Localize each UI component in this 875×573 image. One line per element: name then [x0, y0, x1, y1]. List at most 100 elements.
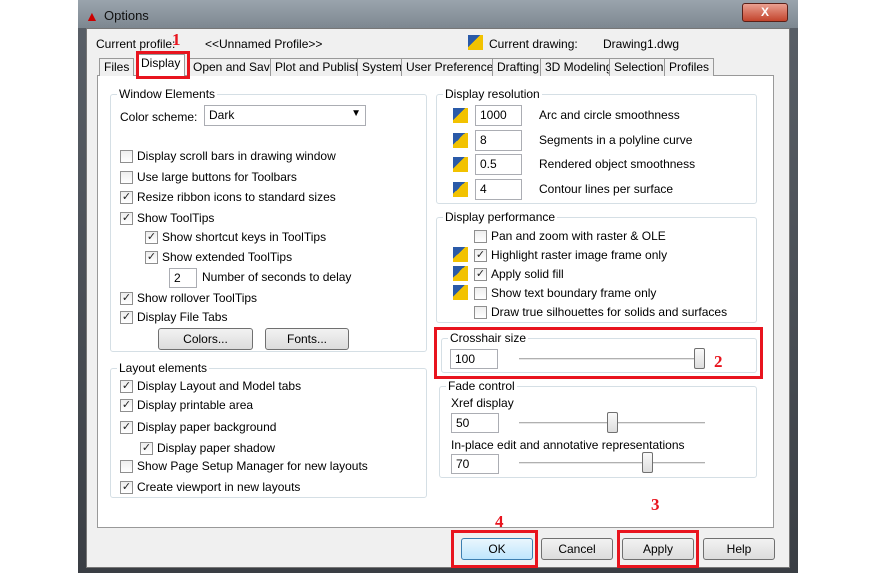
saved-in-drawing-icon — [453, 132, 468, 148]
resolution-label: Arc and circle smoothness — [539, 108, 680, 122]
checkbox[interactable]: ✓ — [474, 268, 487, 281]
checkbox[interactable] — [474, 287, 487, 300]
xref-display-input[interactable]: 50 — [451, 413, 499, 433]
close-button[interactable]: X — [742, 3, 788, 22]
annotation-2: 2 — [714, 352, 723, 371]
saved-in-drawing-icon — [453, 266, 468, 281]
inplace-edit-input[interactable]: 70 — [451, 454, 499, 474]
inplace-slider-track[interactable] — [519, 462, 705, 465]
group-title: Fade control — [446, 379, 517, 393]
colors-button[interactable]: Colors... — [158, 328, 253, 350]
current-drawing-label: Current drawing: — [489, 37, 578, 51]
current-profile-label: Current profile: — [96, 37, 176, 51]
resolution-input[interactable]: 4 — [475, 178, 522, 200]
checkbox-label: Apply solid fill — [491, 267, 564, 281]
window-title: Options — [104, 8, 149, 23]
highlight-ok — [451, 530, 538, 568]
title-bar — [78, 0, 798, 28]
tab-profiles[interactable]: Profiles — [664, 58, 715, 76]
group-title: Window Elements — [117, 87, 218, 101]
tab-3d-modeling[interactable]: 3D Modeling — [540, 58, 618, 76]
checkbox-label: Show ToolTips — [137, 211, 215, 225]
checkbox[interactable]: ✓ — [120, 421, 133, 434]
fonts-button[interactable]: Fonts... — [265, 328, 349, 350]
group-title: Display resolution — [443, 87, 542, 101]
checkbox[interactable] — [474, 230, 487, 243]
chevron-down-icon: ▼ — [351, 108, 361, 119]
highlight-apply — [617, 530, 699, 568]
resolution-label: Segments in a polyline curve — [539, 132, 693, 147]
tab-files[interactable]: Files — [99, 58, 135, 76]
current-drawing-value: Drawing1.dwg — [603, 37, 680, 51]
checkbox[interactable] — [120, 150, 133, 163]
checkbox[interactable]: ✓ — [120, 481, 133, 494]
resolution-label: Rendered object smoothness — [539, 157, 696, 171]
checkbox-label: Display scroll bars in drawing window — [137, 149, 336, 163]
saved-in-drawing-icon — [453, 157, 468, 172]
tooltip-delay-label: Number of seconds to delay — [202, 270, 352, 284]
group-title: Layout elements — [117, 361, 210, 375]
checkbox-label: Create viewport in new layouts — [137, 480, 301, 494]
help-button[interactable]: Help — [703, 538, 775, 560]
xref-display-label: Xref display — [451, 396, 514, 410]
tab-drafting[interactable]: Drafting — [492, 58, 545, 76]
checkbox[interactable]: ✓ — [120, 311, 133, 324]
saved-in-drawing-icon — [453, 181, 468, 197]
checkbox[interactable]: ✓ — [474, 249, 487, 262]
checkbox-label: Show extended ToolTips — [162, 250, 293, 264]
checkbox[interactable]: ✓ — [120, 191, 133, 204]
annotation-4: 4 — [495, 512, 504, 531]
checkbox-label: Display Layout and Model tabs — [137, 379, 302, 393]
tab-open-and-save[interactable]: Open and Save — [188, 58, 282, 76]
checkbox[interactable]: ✓ — [145, 231, 158, 244]
checkbox-label: Highlight raster image frame only — [491, 248, 668, 262]
checkbox[interactable]: ✓ — [145, 251, 158, 264]
color-scheme-value: Dark — [209, 108, 235, 122]
tab-plot-and-publish[interactable]: Plot and Publish — [270, 58, 367, 76]
checkbox-label: Pan and zoom with raster & OLE — [491, 229, 666, 243]
checkbox-label: Use large buttons for Toolbars — [137, 170, 297, 184]
checkbox[interactable] — [120, 460, 133, 473]
checkbox-label: Show shortcut keys in ToolTips — [162, 230, 327, 244]
checkbox-label: Display printable area — [137, 398, 254, 412]
tooltip-delay-input[interactable]: 2 — [169, 268, 197, 288]
saved-in-drawing-icon — [453, 108, 468, 123]
saved-in-drawing-icon — [453, 247, 468, 262]
resolution-input[interactable]: 0.5 — [475, 154, 522, 175]
checkbox[interactable]: ✓ — [120, 292, 133, 305]
xref-slider-thumb[interactable] — [606, 412, 618, 433]
highlight-display-tab — [136, 51, 190, 79]
checkbox-label: Display File Tabs — [137, 310, 228, 324]
cancel-button[interactable]: Cancel — [541, 538, 613, 560]
inplace-edit-label: In-place edit and annotative representat… — [451, 438, 685, 452]
tab-selection[interactable]: Selection — [609, 58, 669, 76]
tab-system[interactable]: System — [357, 58, 408, 76]
color-scheme-label: Color scheme: — [120, 110, 198, 124]
inplace-slider-thumb[interactable] — [641, 452, 653, 473]
checkbox-label: Resize ribbon icons to standard sizes — [137, 190, 336, 204]
checkbox[interactable] — [120, 171, 133, 184]
drawing-icon — [468, 35, 483, 50]
checkbox[interactable]: ✓ — [120, 212, 133, 225]
checkbox[interactable]: ✓ — [120, 399, 133, 412]
checkbox-label: Show text boundary frame only — [491, 286, 657, 300]
checkbox[interactable]: ✓ — [120, 380, 133, 393]
resolution-input[interactable]: 1000 — [475, 105, 522, 126]
annotation-3: 3 — [651, 495, 660, 514]
resolution-label: Contour lines per surface — [539, 181, 674, 196]
color-scheme-select[interactable]: Dark ▼ — [204, 105, 366, 126]
current-profile-value: <<Unnamed Profile>> — [205, 37, 323, 51]
checkbox[interactable]: ✓ — [140, 442, 153, 455]
checkbox-label: Display paper shadow — [157, 441, 276, 455]
checkbox[interactable] — [474, 306, 487, 319]
checkbox-label: Display paper background — [137, 420, 277, 434]
saved-in-drawing-icon — [453, 285, 468, 300]
resolution-input[interactable]: 8 — [475, 129, 522, 151]
tab-user-preferences[interactable]: User Preferences — [401, 58, 505, 76]
checkbox-label: Show rollover ToolTips — [137, 291, 258, 305]
checkbox-label: Show Page Setup Manager for new layouts — [137, 459, 368, 473]
checkbox-label: Draw true silhouettes for solids and sur… — [491, 305, 728, 319]
annotation-1: 1 — [172, 30, 181, 49]
autocad-logo-icon: ▲ — [85, 8, 99, 24]
group-title: Display performance — [443, 210, 558, 224]
